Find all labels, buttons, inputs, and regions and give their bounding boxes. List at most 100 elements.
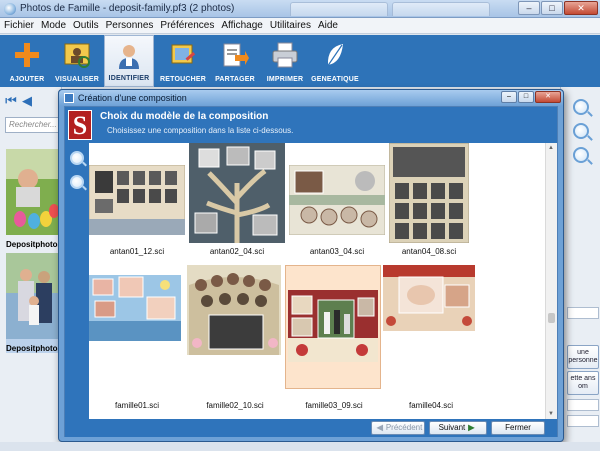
dialog-body: S Choix du modèle de la composition Choi… [64, 106, 558, 437]
dialog-header-title: Choix du modèle de la composition [100, 111, 269, 122]
first-photo-icon[interactable]: ⏮ [4, 93, 18, 109]
visualiser-button[interactable]: VISUALISER [52, 35, 102, 87]
template-item[interactable]: famille02_10.sci [187, 265, 283, 410]
menu-utilitaires[interactable]: Utilitaires [270, 20, 311, 31]
menu-outils[interactable]: Outils [73, 20, 99, 31]
close-button[interactable]: ✕ [564, 1, 598, 15]
template-item-selected[interactable]: famille03_09.sci [285, 265, 381, 410]
minimize-button[interactable]: – [518, 1, 540, 15]
photo-thumbnail-selected[interactable]: Depositphotos [6, 253, 62, 353]
thumbnail-caption: Depositphotos [6, 240, 62, 249]
zoom-out-icon[interactable] [573, 147, 589, 163]
zoom-out-icon[interactable] [70, 175, 84, 189]
printer-icon [272, 42, 298, 68]
toolbar: AJOUTER VISUALISER IDENTIFIER RETOUCHER … [0, 35, 600, 87]
menu-mode[interactable]: Mode [41, 20, 66, 31]
template-preview [389, 143, 469, 243]
plus-icon [15, 43, 39, 67]
arrow-right-icon: ▶ [468, 423, 475, 432]
template-preview [289, 165, 385, 235]
identifier-label: IDENTIFIER [108, 75, 150, 82]
template-name: antan01_12.sci [109, 247, 165, 256]
template-item[interactable]: antan04_08.sci [389, 143, 485, 265]
menu-personnes[interactable]: Personnes [106, 20, 154, 31]
template-gallery: antan01_12.sci antan02_04.sci antan03_04… [89, 143, 545, 419]
previous-label: Précédent [385, 423, 423, 432]
next-button[interactable]: Suivant ▶ [429, 421, 487, 435]
menu-fichier[interactable]: Fichier [4, 20, 34, 31]
identifier-button[interactable]: IDENTIFIER [104, 35, 154, 87]
template-item[interactable]: antan01_12.sci [89, 143, 185, 265]
template-name: antan03_04.sci [309, 247, 365, 256]
scroll-thumb[interactable] [548, 313, 555, 323]
template-item[interactable]: famille04.sci [383, 265, 479, 410]
search-input[interactable]: Rechercher... [5, 117, 62, 133]
visualiser-label: VISUALISER [54, 76, 99, 83]
template-item[interactable]: antan03_04.sci [289, 143, 385, 265]
info-field[interactable] [567, 399, 599, 411]
maximize-button[interactable]: □ [541, 1, 563, 15]
composition-dialog: Création d'une composition – □ ✕ S Choix… [58, 89, 564, 442]
photo-view-icon [64, 43, 90, 68]
dialog-header: S Choix du modèle de la composition Choi… [65, 107, 557, 143]
dialog-title: Création d'une composition [78, 93, 187, 103]
template-item[interactable]: antan02_04.sci [189, 143, 285, 265]
partager-button[interactable]: PARTAGER [210, 35, 260, 87]
imprimer-label: IMPRIMER [266, 76, 304, 83]
photo-thumbnail[interactable]: Depositphotos [6, 149, 62, 249]
menu-affichage[interactable]: Affichage [221, 20, 263, 31]
imprimer-button[interactable]: IMPRIMER [260, 35, 310, 87]
scroll-up-icon[interactable]: ▲ [548, 145, 554, 151]
dialog-footer: ◀ Précédent Suivant ▶ Fermer [65, 419, 557, 437]
photo-image [6, 253, 62, 339]
retouch-icon [171, 44, 196, 64]
template-item[interactable]: famille01.sci [89, 265, 185, 410]
info-field[interactable] [567, 307, 599, 319]
template-name: famille03_09.sci [305, 401, 363, 410]
add-person-button[interactable]: une personne [567, 345, 599, 369]
template-preview [89, 165, 185, 235]
dialog-title-bar: Création d'une composition – □ ✕ [59, 90, 563, 106]
scroll-down-icon[interactable]: ▼ [548, 411, 554, 417]
app-title: Photos de Famille - deposit-family.pf3 (… [20, 3, 235, 14]
template-name: antan02_04.sci [209, 247, 265, 256]
template-name: antan04_08.sci [401, 247, 457, 256]
thumbnail-caption: Depositphotos [6, 344, 62, 353]
right-panel: une personne ette ans om [560, 87, 600, 451]
menu-aide[interactable]: Aide [318, 20, 338, 31]
gallery-scrollbar[interactable]: ▲ ▼ [545, 143, 557, 419]
partager-label: PARTAGER [215, 76, 255, 83]
app-title-bar: Photos de Famille - deposit-family.pf3 (… [0, 0, 600, 18]
background-tab [290, 2, 388, 16]
left-panel: ⏮ ◀ Rechercher... Depositphotos Depositp… [0, 87, 62, 451]
dialog-minimize-button[interactable]: – [501, 91, 517, 103]
dialog-maximize-button[interactable]: □ [518, 91, 534, 103]
retoucher-label: RETOUCHER [159, 76, 206, 83]
close-label: Fermer [505, 423, 531, 432]
template-preview [89, 275, 181, 341]
arrow-left-icon: ◀ [376, 423, 383, 432]
dialog-close-button[interactable]: ✕ [535, 91, 561, 103]
zoom-icon[interactable] [573, 123, 589, 139]
next-label: Suivant [438, 423, 466, 432]
zoom-in-icon[interactable] [573, 99, 589, 115]
person-identify-icon [119, 45, 139, 69]
template-name: famille02_10.sci [206, 401, 264, 410]
previous-button[interactable]: ◀ Précédent [371, 421, 425, 435]
retoucher-button[interactable]: RETOUCHER [158, 35, 208, 87]
share-icon [223, 43, 249, 67]
app-s-logo: S [68, 110, 92, 140]
info-field[interactable] [567, 415, 599, 427]
geneatique-button[interactable]: GENEATIQUE [310, 35, 360, 87]
template-name: famille01.sci [114, 401, 159, 410]
menu-preferences[interactable]: Préférences [160, 20, 214, 31]
previous-photo-icon[interactable]: ◀ [20, 93, 34, 109]
dialog-icon [64, 93, 74, 103]
feather-icon [326, 44, 343, 68]
zoom-in-icon[interactable] [70, 151, 84, 165]
menu-bar: Fichier Mode Outils Personnes Préférence… [0, 18, 600, 34]
ajouter-button[interactable]: AJOUTER [2, 35, 52, 87]
close-dialog-button[interactable]: Fermer [491, 421, 545, 435]
person-action-button[interactable]: ette ans om [567, 371, 599, 395]
dialog-zoom-bar [65, 143, 89, 419]
